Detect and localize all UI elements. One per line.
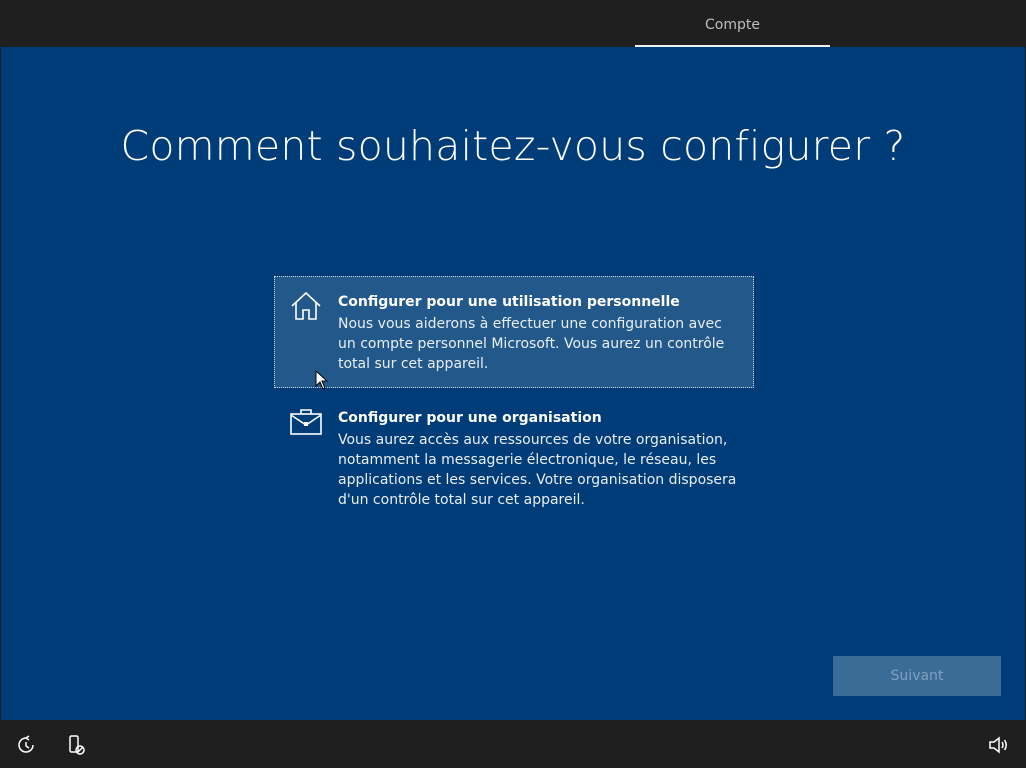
top-bar: Compte	[0, 0, 1026, 47]
device-icon[interactable]	[65, 734, 87, 756]
option-personal-use[interactable]: Configurer pour une utilisation personne…	[274, 276, 754, 388]
option-personal-heading: Configurer pour une utilisation personne…	[338, 294, 680, 310]
oobe-main-panel: Comment souhaitez-vous configurer ? Conf…	[1, 47, 1025, 720]
page-title: Comment souhaitez-vous configurer ?	[120, 122, 906, 170]
briefcase-icon	[289, 405, 323, 439]
option-organization-heading: Configurer pour une organisation	[338, 410, 602, 426]
home-icon	[289, 289, 323, 323]
tab-compte[interactable]: Compte	[635, 0, 830, 47]
bottom-bar	[0, 720, 1026, 768]
option-organization-description: Vous aurez accès aux ressources de votre…	[338, 432, 737, 508]
ease-of-access-icon[interactable]	[15, 734, 37, 756]
option-personal-description: Nous vous aiderons à effectuer une confi…	[338, 316, 725, 372]
volume-icon[interactable]	[987, 734, 1009, 756]
option-organization[interactable]: Configurer pour une organisation Vous au…	[274, 392, 754, 517]
next-button[interactable]: Suivant	[833, 656, 1001, 696]
mouse-cursor-icon	[315, 369, 329, 390]
